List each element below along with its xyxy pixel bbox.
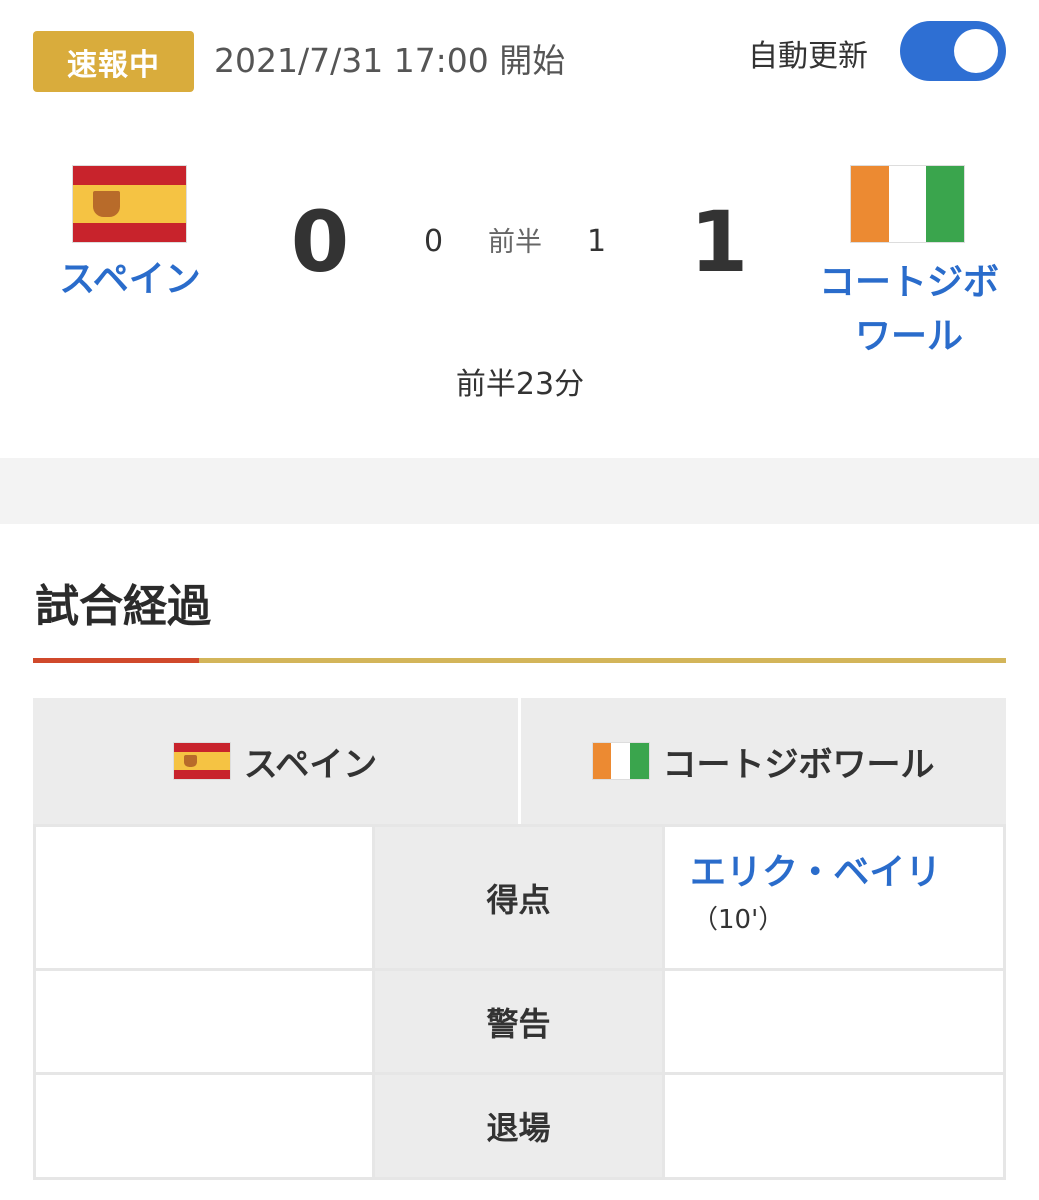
away-team-name-line2: ワール [854,316,963,357]
away-team-link[interactable]: コートジボ ワール [818,256,1000,364]
start-time: 2021/7/31 17:00 開始 [214,41,566,80]
away-goals-cell: エリク・ベイリ （10'） [665,827,1003,968]
home-first-half-score: 0 [424,224,444,259]
match-status: 前半23分 [455,367,585,402]
progress-away-header: コートジボワール [521,698,1006,824]
row-label-sendoffs: 退場 [375,1075,662,1177]
toggle-knob [954,29,998,73]
row-label-cautions: 警告 [375,971,662,1072]
away-score: 1 [689,193,749,291]
section-divider [0,458,1039,524]
away-sendoffs-cell [665,1075,1003,1177]
cote-divoire-flag-icon [851,166,965,242]
home-score: 0 [290,193,350,291]
half-label: 前半 [488,227,542,258]
auto-update-label: 自動更新 [748,39,868,74]
auto-update-toggle[interactable] [900,21,1006,81]
home-team-link[interactable]: スペイン [40,256,220,304]
spain-flag-icon [173,743,230,779]
progress-away-team: コートジボワール [662,744,935,785]
home-goals-cell [36,827,372,968]
row-label-goals: 得点 [375,827,662,968]
goal-minute: （10'） [692,905,785,935]
spain-flag-icon [73,166,186,242]
away-team-name-line1: コートジボ [818,262,999,303]
away-cautions-cell [665,971,1003,1072]
title-underline [33,658,1006,663]
cote-divoire-flag-icon [592,743,649,779]
progress-home-team: スペイン [243,744,378,785]
away-first-half-score: 1 [587,224,607,259]
progress-home-header: スペイン [33,698,518,824]
home-sendoffs-cell [36,1075,372,1177]
live-badge: 速報中 [33,31,194,92]
section-title: 試合経過 [35,581,211,632]
scorer-link[interactable]: エリク・ベイリ [690,849,941,897]
home-cautions-cell [36,971,372,1072]
